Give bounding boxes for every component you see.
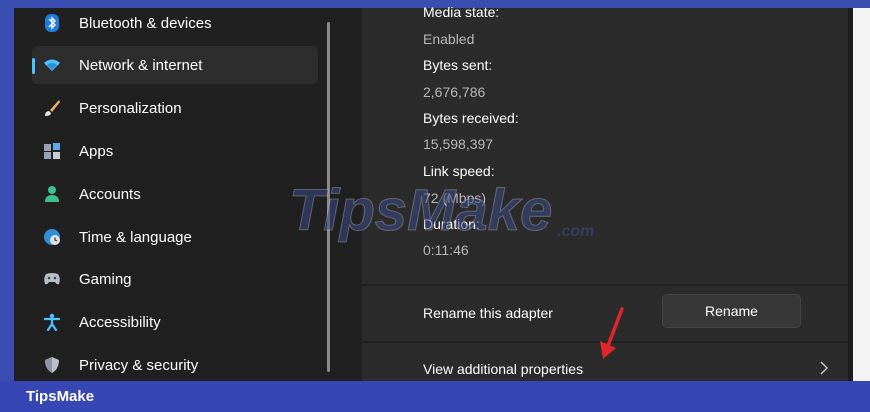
link-speed-label: Link speed:: [423, 163, 495, 179]
sidebar-item-label: Time & language: [79, 229, 192, 246]
sidebar-scrollbar[interactable]: [327, 22, 330, 372]
chevron-right-icon: [818, 360, 830, 376]
sidebar-item-label: Gaming: [79, 271, 132, 288]
sidebar-item-label: Accounts: [79, 186, 141, 203]
rename-button[interactable]: Rename: [662, 294, 801, 328]
bluetooth-icon: [43, 14, 61, 32]
footer-brand-text: TipsMake: [26, 388, 95, 405]
brush-icon: [43, 99, 61, 117]
sidebar-item-label: Privacy & security: [79, 357, 199, 374]
bytes-sent-value: 2,676,786: [423, 84, 486, 100]
rename-adapter-label: Rename this adapter: [423, 305, 553, 321]
sidebar-item-gaming[interactable]: Gaming: [32, 260, 318, 298]
right-frame-edge: [853, 8, 870, 381]
accessibility-icon: [43, 313, 61, 331]
right-frame: [848, 8, 870, 381]
duration-value: 0:11:46: [423, 242, 469, 258]
view-additional-properties-label: View additional properties: [423, 361, 584, 377]
sidebar-item-accessibility[interactable]: Accessibility: [32, 303, 318, 341]
apps-icon: [43, 142, 61, 160]
adapter-status-card: Media state: Enabled Bytes sent: 2,676,7…: [362, 4, 848, 284]
sidebar-item-network[interactable]: Network & internet: [32, 46, 318, 84]
sidebar-item-bluetooth[interactable]: Bluetooth & devices: [32, 4, 318, 42]
sidebar-item-time-language[interactable]: Time & language: [32, 218, 318, 256]
globe-clock-icon: [43, 228, 61, 246]
link-speed-value: 72 (Mbps): [423, 190, 487, 206]
sidebar-item-label: Network & internet: [79, 57, 203, 74]
bytes-sent-label: Bytes sent:: [423, 57, 493, 73]
sidebar-item-apps[interactable]: Apps: [32, 132, 318, 170]
media-state-value: Enabled: [423, 31, 475, 47]
wifi-icon: [43, 56, 61, 74]
sidebar-item-label: Personalization: [79, 100, 182, 117]
sidebar-item-label: Accessibility: [79, 314, 161, 331]
sidebar-item-accounts[interactable]: Accounts: [32, 175, 318, 213]
sidebar-item-label: Apps: [79, 143, 114, 160]
gamepad-icon: [43, 270, 61, 288]
media-state-label: Media state:: [423, 4, 500, 20]
left-frame-strip: [0, 8, 14, 381]
duration-label: Duration:: [423, 216, 480, 232]
footer-brand-bar: TipsMake: [0, 381, 870, 412]
shield-icon: [43, 356, 61, 374]
settings-sidebar: Bluetooth & devices Network & internet P…: [14, 8, 336, 381]
bytes-received-value: 15,598,397: [423, 136, 494, 152]
person-icon: [43, 185, 61, 203]
sidebar-item-privacy[interactable]: Privacy & security: [32, 346, 318, 384]
annotation-arrow: [600, 307, 624, 359]
sidebar-item-label: Bluetooth & devices: [79, 15, 212, 32]
sidebar-item-personalization[interactable]: Personalization: [32, 89, 318, 127]
selection-indicator: [32, 58, 35, 74]
bytes-received-label: Bytes received:: [423, 110, 519, 126]
